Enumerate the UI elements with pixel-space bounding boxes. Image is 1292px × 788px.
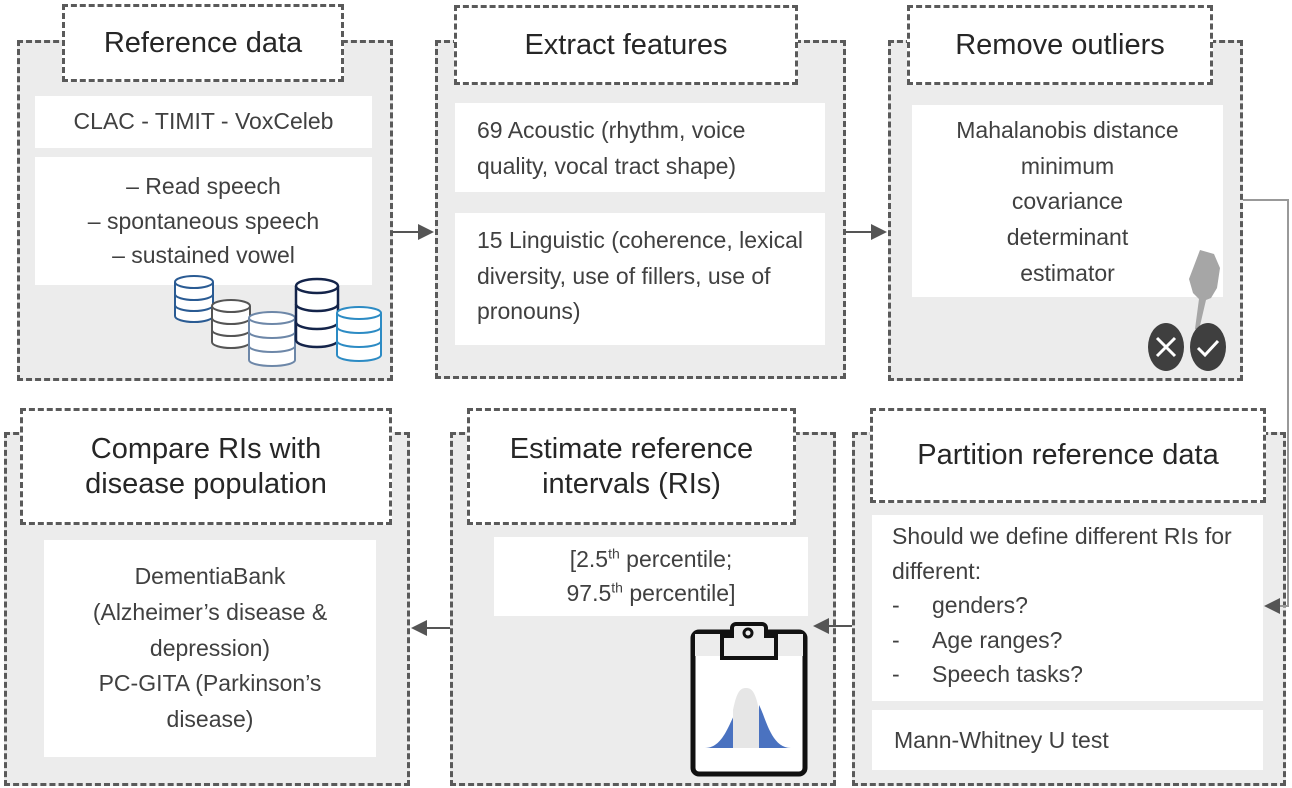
- arrow-outliers-to-partition: [1243, 199, 1289, 614]
- flow-arrows: [393, 199, 1289, 636]
